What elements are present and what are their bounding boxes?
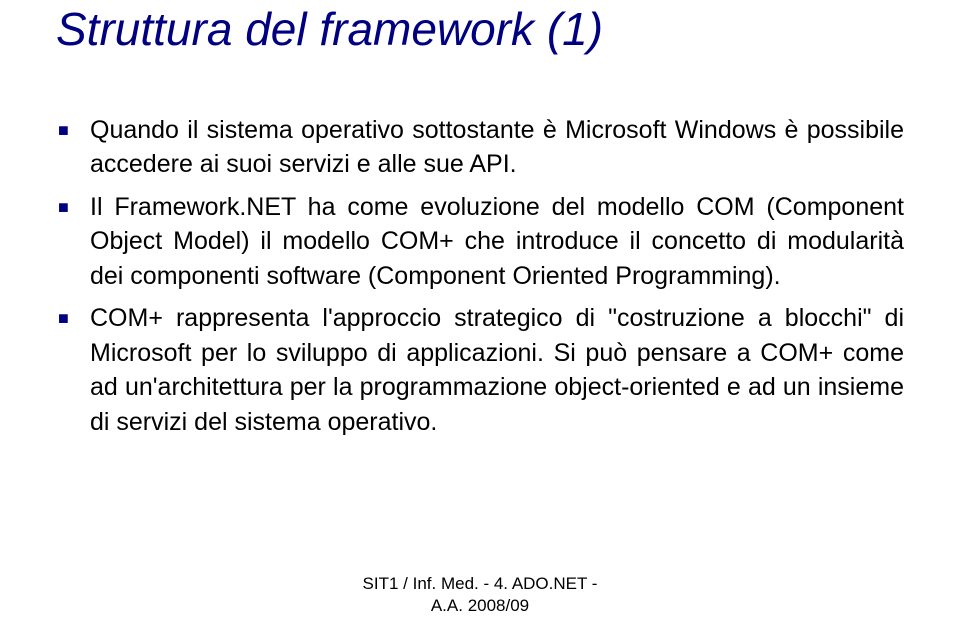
bullet-item: ■ Quando il sistema operativo sottostant… [56, 113, 904, 182]
bullet-item: ■ COM+ rappresenta l'approccio strategic… [56, 301, 904, 439]
footer-line-1: SIT1 / Inf. Med. - 4. ADO.NET - [363, 574, 598, 593]
footer-line-2: A.A. 2008/09 [0, 595, 960, 617]
bullet-text: Il Framework.NET ha come evoluzione del … [90, 190, 904, 294]
bullet-marker-icon: ■ [56, 113, 90, 182]
slide: Struttura del framework (1) ■ Quando il … [0, 0, 960, 631]
bullet-marker-icon: ■ [56, 301, 90, 439]
bullet-marker-icon: ■ [56, 190, 90, 294]
slide-body: ■ Quando il sistema operativo sottostant… [56, 113, 904, 440]
slide-title: Struttura del framework (1) [56, 0, 904, 55]
bullet-text: COM+ rappresenta l'approccio strategico … [90, 301, 904, 439]
bullet-item: ■ Il Framework.NET ha come evoluzione de… [56, 190, 904, 294]
slide-footer: SIT1 / Inf. Med. - 4. ADO.NET - A.A. 200… [0, 573, 960, 617]
bullet-text: Quando il sistema operativo sottostante … [90, 113, 904, 182]
